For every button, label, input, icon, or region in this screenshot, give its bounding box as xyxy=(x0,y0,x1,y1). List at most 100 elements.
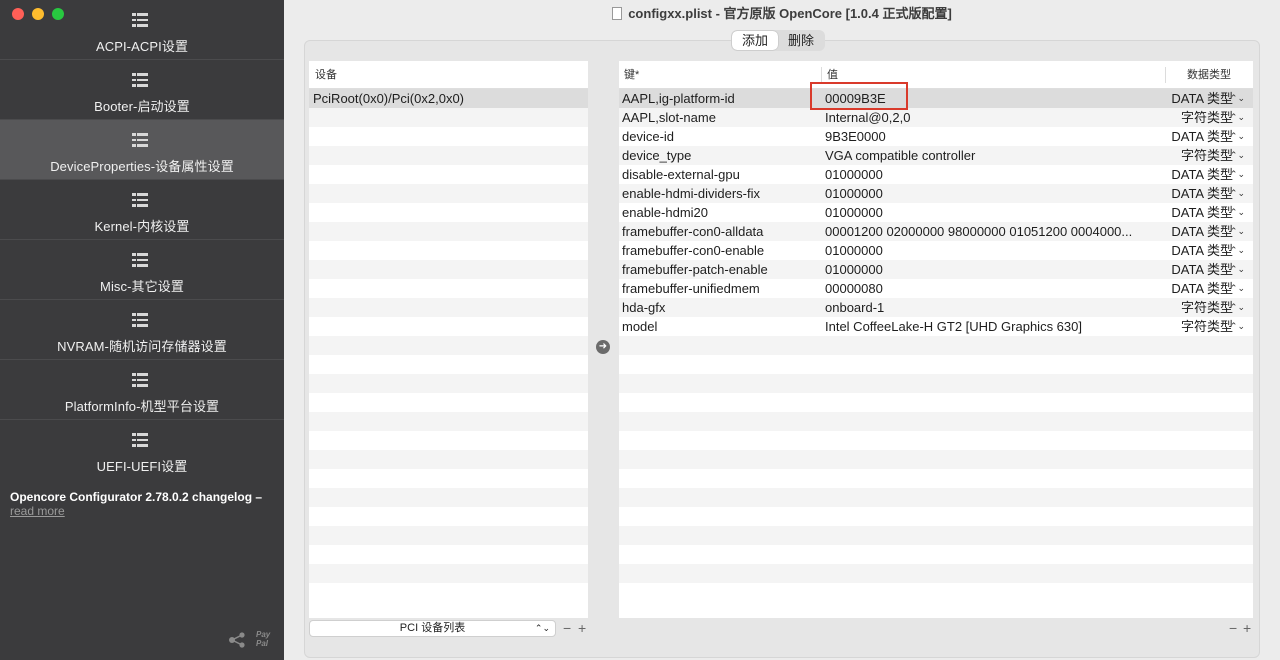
sidebar-item-5[interactable]: NVRAM-随机访问存储器设置 xyxy=(0,300,284,360)
property-value[interactable]: 01000000 xyxy=(825,241,1160,260)
empty-row xyxy=(309,507,588,526)
property-type-select[interactable]: DATA 类型 ⌃⌄ xyxy=(1165,165,1247,184)
property-row[interactable]: framebuffer-con0-alldata 00001200 0200000… xyxy=(619,222,1253,241)
property-value[interactable]: 01000000 xyxy=(825,165,1160,184)
property-key[interactable]: device-id xyxy=(622,127,822,146)
property-row[interactable]: framebuffer-con0-enable 01000000 DATA 类型 ⌃⌄ xyxy=(619,241,1253,260)
column-separator[interactable] xyxy=(1165,67,1166,83)
property-type-select[interactable]: DATA 类型 ⌃⌄ xyxy=(1165,241,1247,260)
property-type-select[interactable]: 字符类型 ⌃⌄ xyxy=(1165,298,1247,317)
empty-row xyxy=(309,298,588,317)
key-column-header[interactable]: 键* xyxy=(624,61,639,89)
property-row[interactable]: AAPL,ig-platform-id 00009B3E DATA 类型 ⌃⌄ xyxy=(619,89,1253,108)
property-value[interactable]: onboard-1 xyxy=(825,298,1160,317)
property-value[interactable]: 00001200 02000000 98000000 01051200 0004… xyxy=(825,222,1160,241)
empty-row xyxy=(619,431,1253,450)
device-column-header[interactable]: 设备 xyxy=(309,61,588,89)
empty-row xyxy=(309,488,588,507)
property-type-select[interactable]: 字符类型 ⌃⌄ xyxy=(1165,317,1247,336)
property-row[interactable]: AAPL,slot-name Internal@0,2,0 字符类型 ⌃⌄ xyxy=(619,108,1253,127)
sidebar-item-0[interactable]: ACPI-ACPI设置 xyxy=(0,0,284,60)
property-value[interactable]: 00000080 xyxy=(825,279,1160,298)
add-device-button[interactable]: + xyxy=(578,620,586,636)
property-key[interactable]: framebuffer-con0-alldata xyxy=(622,222,822,241)
empty-row xyxy=(619,507,1253,526)
updown-chevron-icon: ⌃⌄ xyxy=(1229,93,1245,103)
empty-row xyxy=(309,127,588,146)
arrow-right-icon[interactable]: ➜ xyxy=(596,340,610,354)
sidebar-item-2[interactable]: DeviceProperties-设备属性设置 xyxy=(0,120,284,180)
property-value[interactable]: 00009B3E xyxy=(825,89,1160,108)
property-row[interactable]: disable-external-gpu 01000000 DATA 类型 ⌃⌄ xyxy=(619,165,1253,184)
add-tab[interactable]: 添加 xyxy=(732,31,779,50)
updown-chevron-icon: ⌃⌄ xyxy=(1229,169,1245,179)
property-row[interactable]: framebuffer-unifiedmem 00000080 DATA 类型 ⌃⌄ xyxy=(619,279,1253,298)
column-separator[interactable] xyxy=(821,67,822,83)
property-row[interactable]: model Intel CoffeeLake-H GT2 [UHD Graphic… xyxy=(619,317,1253,336)
property-value[interactable]: Intel CoffeeLake-H GT2 [UHD Graphics 630… xyxy=(825,317,1160,336)
sidebar-item-7[interactable]: UEFI-UEFI设置 xyxy=(0,420,284,480)
add-property-button[interactable]: + xyxy=(1243,620,1251,636)
pci-device-list-select[interactable]: PCI 设备列表 ⌃⌄ xyxy=(309,620,556,637)
value-column-header[interactable]: 值 xyxy=(827,61,838,89)
property-type-select[interactable]: 字符类型 ⌃⌄ xyxy=(1165,108,1247,127)
property-key[interactable]: AAPL,slot-name xyxy=(622,108,822,127)
read-more-link[interactable]: read more xyxy=(10,504,65,518)
empty-row xyxy=(309,279,588,298)
property-key[interactable]: device_type xyxy=(622,146,822,165)
property-key[interactable]: AAPL,ig-platform-id xyxy=(622,89,822,108)
property-key[interactable]: disable-external-gpu xyxy=(622,165,822,184)
empty-row xyxy=(309,146,588,165)
property-key[interactable]: model xyxy=(622,317,822,336)
property-value[interactable]: VGA compatible controller xyxy=(825,146,1160,165)
property-value[interactable]: 9B3E0000 xyxy=(825,127,1160,146)
property-row[interactable]: device-id 9B3E0000 DATA 类型 ⌃⌄ xyxy=(619,127,1253,146)
property-value[interactable]: 01000000 xyxy=(825,260,1160,279)
sidebar-item-6[interactable]: PlatformInfo-机型平台设置 xyxy=(0,360,284,420)
property-type-select[interactable]: DATA 类型 ⌃⌄ xyxy=(1165,184,1247,203)
property-type-label: 字符类型 xyxy=(1180,319,1233,334)
property-type-select[interactable]: DATA 类型 ⌃⌄ xyxy=(1165,127,1247,146)
sidebar-item-3[interactable]: Kernel-内核设置 xyxy=(0,180,284,240)
sidebar-item-4[interactable]: Misc-其它设置 xyxy=(0,240,284,300)
property-row[interactable]: hda-gfx onboard-1 字符类型 ⌃⌄ xyxy=(619,298,1253,317)
device-row[interactable]: PciRoot(0x0)/Pci(0x2,0x0) xyxy=(309,89,588,108)
delete-tab[interactable]: 删除 xyxy=(778,31,824,50)
empty-row xyxy=(309,336,588,355)
sidebar-item-1[interactable]: Booter-启动设置 xyxy=(0,60,284,120)
property-type-select[interactable]: DATA 类型 ⌃⌄ xyxy=(1165,222,1247,241)
property-type-select[interactable]: DATA 类型 ⌃⌄ xyxy=(1165,260,1247,279)
empty-row xyxy=(309,355,588,374)
property-row[interactable]: device_type VGA compatible controller 字符类型… xyxy=(619,146,1253,165)
property-value[interactable]: 01000000 xyxy=(825,184,1160,203)
updown-chevron-icon: ⌃⌄ xyxy=(1229,245,1245,255)
property-key[interactable]: hda-gfx xyxy=(622,298,822,317)
type-column-header[interactable]: 数据类型 xyxy=(1187,61,1231,89)
property-value[interactable]: Internal@0,2,0 xyxy=(825,108,1160,127)
share-icon[interactable] xyxy=(228,632,246,648)
property-type-select[interactable]: DATA 类型 ⌃⌄ xyxy=(1165,203,1247,222)
property-row[interactable]: framebuffer-patch-enable 01000000 DATA 类型 ⌃… xyxy=(619,260,1253,279)
list-icon xyxy=(132,13,148,27)
remove-property-button[interactable]: − xyxy=(1229,620,1237,636)
select-chevron-icon: ⌃⌄ xyxy=(534,623,550,633)
empty-row xyxy=(309,393,588,412)
property-type-select[interactable]: 字符类型 ⌃⌄ xyxy=(1165,146,1247,165)
property-type-select[interactable]: DATA 类型 ⌃⌄ xyxy=(1165,89,1247,108)
property-value[interactable]: 01000000 xyxy=(825,203,1160,222)
remove-device-button[interactable]: − xyxy=(563,620,571,636)
property-key[interactable]: enable-hdmi-dividers-fix xyxy=(622,184,822,203)
property-key[interactable]: framebuffer-patch-enable xyxy=(622,260,822,279)
property-key[interactable]: framebuffer-con0-enable xyxy=(622,241,822,260)
property-key[interactable]: framebuffer-unifiedmem xyxy=(622,279,822,298)
paypal-logo[interactable]: Pay Pal xyxy=(256,630,270,648)
property-row[interactable]: enable-hdmi-dividers-fix 01000000 DATA 类型 ⌃… xyxy=(619,184,1253,203)
property-row[interactable]: enable-hdmi20 01000000 DATA 类型 ⌃⌄ xyxy=(619,203,1253,222)
empty-row xyxy=(619,545,1253,564)
document-icon xyxy=(612,7,623,20)
updown-chevron-icon: ⌃⌄ xyxy=(1229,131,1245,141)
property-key[interactable]: enable-hdmi20 xyxy=(622,203,822,222)
property-type-select[interactable]: DATA 类型 ⌃⌄ xyxy=(1165,279,1247,298)
device-table: 设备 PciRoot(0x0)/Pci(0x2,0x0) xyxy=(309,61,588,618)
empty-row xyxy=(309,431,588,450)
